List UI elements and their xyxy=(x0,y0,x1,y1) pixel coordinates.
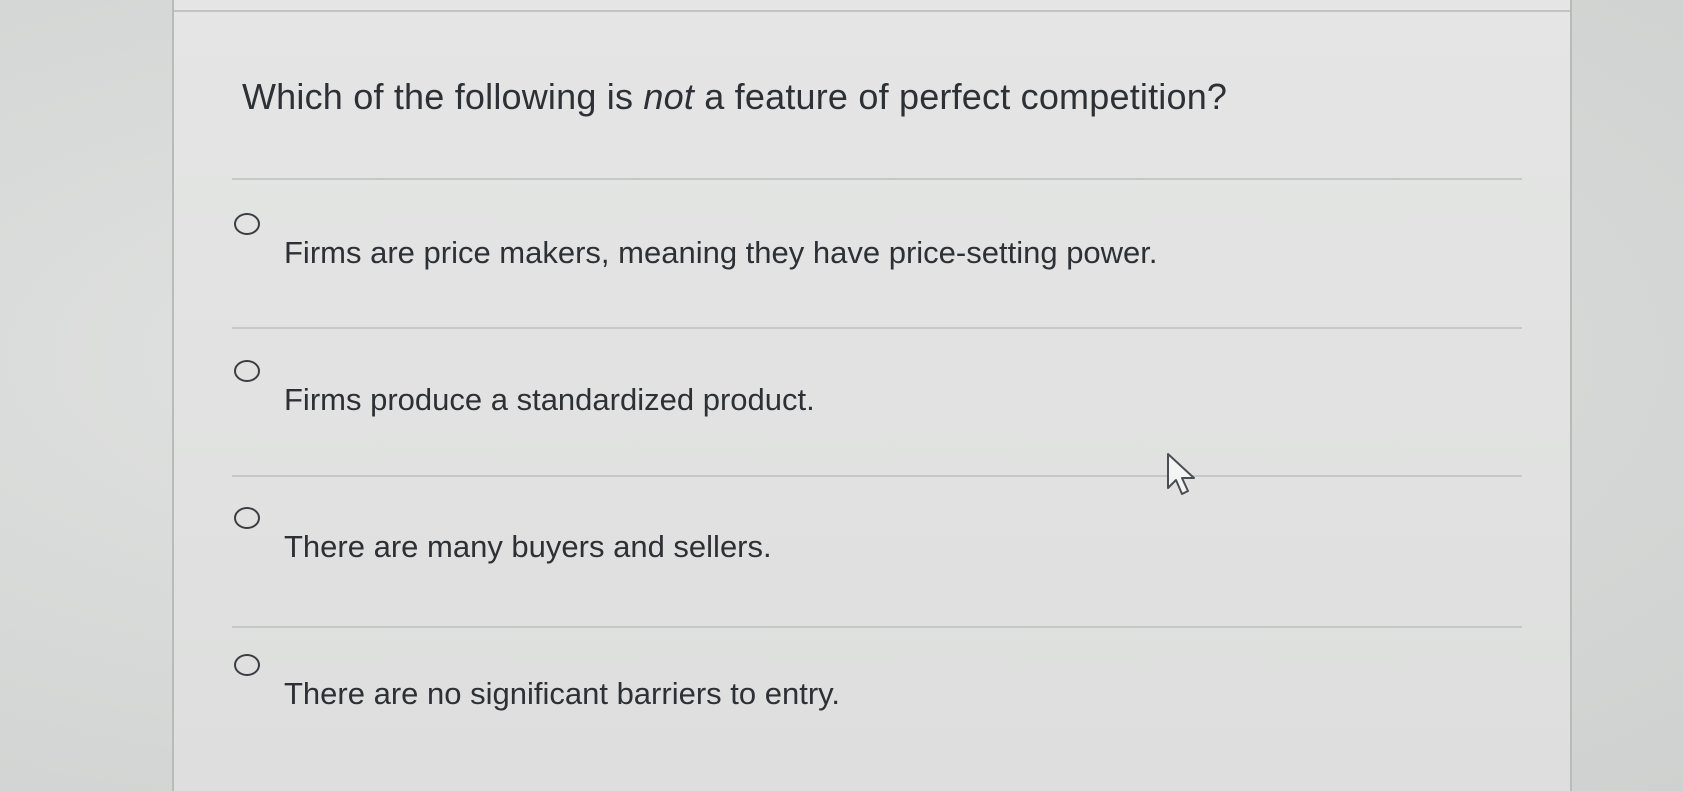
question-card: Which of the following is not a feature … xyxy=(172,0,1572,791)
question-emphasis: not xyxy=(643,76,695,117)
answer-option-label: Firms are price makers, meaning they hav… xyxy=(284,235,1158,270)
card-top-border xyxy=(174,10,1570,12)
mouse-pointer-icon xyxy=(1167,453,1195,495)
divider xyxy=(232,327,1522,329)
answer-option-label: There are many buyers and sellers. xyxy=(284,529,772,564)
question-prefix: Which of the following is xyxy=(242,76,644,117)
answer-option-3[interactable]: There are many buyers and sellers. xyxy=(234,507,1484,597)
question-suffix: a feature of perfect competition? xyxy=(694,76,1228,117)
question-text: Which of the following is not a feature … xyxy=(242,76,1227,118)
answer-option-label: There are no significant barriers to ent… xyxy=(284,676,840,711)
divider xyxy=(232,178,1522,180)
answer-option-1[interactable]: Firms are price makers, meaning they hav… xyxy=(234,213,1484,303)
answer-option-label: Firms produce a standardized product. xyxy=(284,382,815,417)
radio-unselected-icon[interactable] xyxy=(234,213,260,235)
divider xyxy=(232,626,1522,628)
radio-unselected-icon[interactable] xyxy=(234,360,260,382)
radio-unselected-icon[interactable] xyxy=(234,654,260,676)
radio-unselected-icon[interactable] xyxy=(234,507,260,529)
answer-option-4[interactable]: There are no significant barriers to ent… xyxy=(234,654,1484,744)
answer-option-2[interactable]: Firms produce a standardized product. xyxy=(234,360,1484,450)
divider xyxy=(232,475,1522,477)
